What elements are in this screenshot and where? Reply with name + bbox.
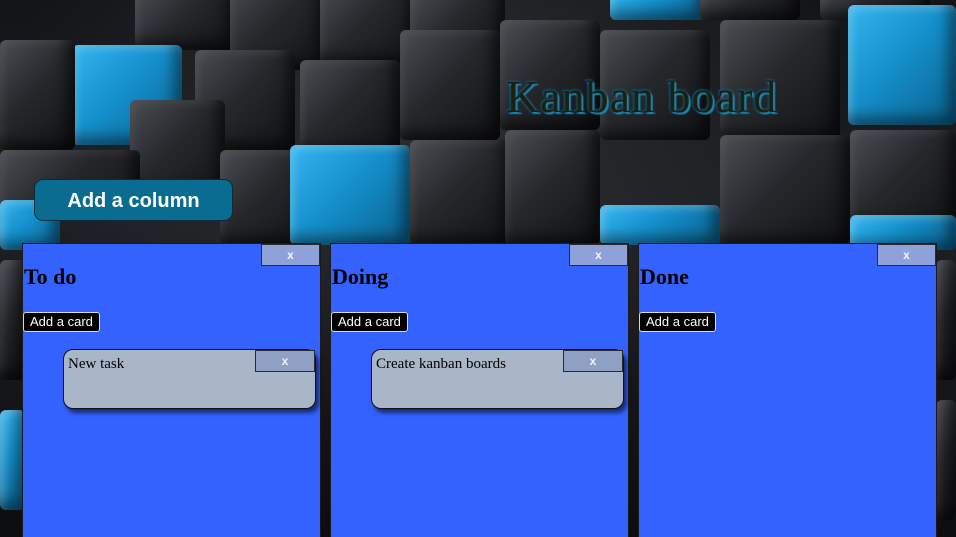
page-title: Kanban board — [506, 71, 778, 122]
add-column-button[interactable]: Add a column — [34, 179, 233, 221]
add-card-button[interactable]: Add a card — [331, 312, 408, 332]
column-title: To do — [24, 264, 77, 289]
card[interactable]: Create kanban boards x — [371, 349, 624, 409]
column-title: Doing — [332, 264, 389, 289]
card-text: New task — [68, 356, 125, 372]
column-to-do: x To do Add a card New task x — [22, 243, 321, 537]
column-close-button[interactable]: x — [569, 244, 628, 266]
column-doing: x Doing Add a card Create kanban boards … — [330, 243, 629, 537]
add-card-button[interactable]: Add a card — [639, 312, 716, 332]
column-close-button[interactable]: x — [261, 244, 320, 266]
card[interactable]: New task x — [63, 349, 316, 409]
column-title: Done — [640, 264, 689, 289]
card-text: Create kanban boards — [376, 356, 506, 372]
card-close-button[interactable]: x — [563, 350, 623, 372]
column-close-button[interactable]: x — [877, 244, 936, 266]
add-card-button[interactable]: Add a card — [23, 312, 100, 332]
column-done: x Done Add a card — [638, 243, 937, 537]
card-close-button[interactable]: x — [255, 350, 315, 372]
